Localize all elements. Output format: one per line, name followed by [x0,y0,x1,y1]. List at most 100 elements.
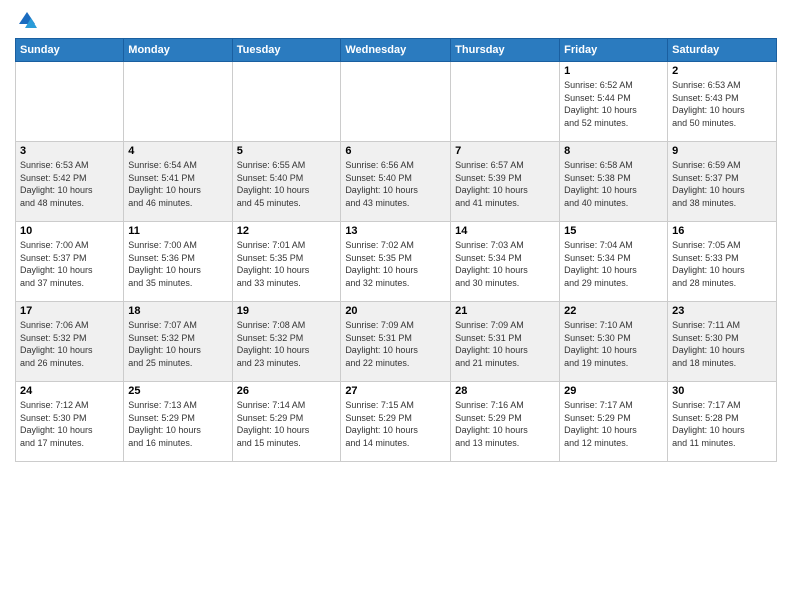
calendar-cell: 6 Sunrise: 6:56 AM Sunset: 5:40 PM Daylig… [341,142,451,222]
day-number: 30 [672,385,772,397]
day-number: 18 [128,305,227,317]
calendar-cell [232,62,341,142]
day-info: Sunrise: 7:15 AM Sunset: 5:29 PM Dayligh… [345,399,446,449]
day-info: Sunrise: 7:11 AM Sunset: 5:30 PM Dayligh… [672,319,772,369]
day-number: 11 [128,225,227,237]
day-info: Sunrise: 6:52 AM Sunset: 5:44 PM Dayligh… [564,79,663,129]
calendar-cell: 2Sunrise: 6:53 AM Sunset: 5:43 PM Daylig… [668,62,777,142]
day-number: 17 [20,305,119,317]
calendar-cell: 9 Sunrise: 6:59 AM Sunset: 5:37 PM Daylig… [668,142,777,222]
calendar-week-row: 17 Sunrise: 7:06 AM Sunset: 5:32 PM Dayli… [16,302,777,382]
day-info: Sunrise: 6:53 AM Sunset: 5:43 PM Dayligh… [672,79,772,129]
day-number: 22 [564,305,663,317]
calendar-cell: 3 Sunrise: 6:53 AM Sunset: 5:42 PM Daylig… [16,142,124,222]
calendar-week-row: 24Sunrise: 7:12 AM Sunset: 5:30 PM Dayli… [16,382,777,462]
day-info: Sunrise: 7:17 AM Sunset: 5:29 PM Dayligh… [564,399,663,449]
calendar-cell: 21 Sunrise: 7:09 AM Sunset: 5:31 PM Dayli… [451,302,560,382]
day-info: Sunrise: 6:54 AM Sunset: 5:41 PM Dayligh… [128,159,227,209]
day-info: Sunrise: 7:07 AM Sunset: 5:32 PM Dayligh… [128,319,227,369]
calendar-cell: 10Sunrise: 7:00 AM Sunset: 5:37 PM Dayli… [16,222,124,302]
calendar-cell: 27 Sunrise: 7:15 AM Sunset: 5:29 PM Dayli… [341,382,451,462]
day-header-thursday: Thursday [451,39,560,62]
day-number: 26 [237,385,337,397]
day-number: 23 [672,305,772,317]
day-number: 29 [564,385,663,397]
day-info: Sunrise: 6:55 AM Sunset: 5:40 PM Dayligh… [237,159,337,209]
day-info: Sunrise: 7:14 AM Sunset: 5:29 PM Dayligh… [237,399,337,449]
day-number: 6 [345,145,446,157]
day-info: Sunrise: 7:04 AM Sunset: 5:34 PM Dayligh… [564,239,663,289]
calendar-header-row: SundayMondayTuesdayWednesdayThursdayFrid… [16,39,777,62]
day-info: Sunrise: 7:02 AM Sunset: 5:35 PM Dayligh… [345,239,446,289]
calendar-cell: 25 Sunrise: 7:13 AM Sunset: 5:29 PM Dayli… [124,382,232,462]
calendar-cell [16,62,124,142]
day-info: Sunrise: 7:05 AM Sunset: 5:33 PM Dayligh… [672,239,772,289]
calendar-cell: 18 Sunrise: 7:07 AM Sunset: 5:32 PM Dayli… [124,302,232,382]
day-info: Sunrise: 6:57 AM Sunset: 5:39 PM Dayligh… [455,159,555,209]
day-number: 20 [345,305,446,317]
day-number: 25 [128,385,227,397]
day-info: Sunrise: 7:13 AM Sunset: 5:29 PM Dayligh… [128,399,227,449]
day-header-tuesday: Tuesday [232,39,341,62]
page-header [15,10,777,30]
day-number: 13 [345,225,446,237]
calendar-cell: 1 Sunrise: 6:52 AM Sunset: 5:44 PM Daylig… [560,62,668,142]
day-info: Sunrise: 7:08 AM Sunset: 5:32 PM Dayligh… [237,319,337,369]
calendar-cell: 26 Sunrise: 7:14 AM Sunset: 5:29 PM Dayli… [232,382,341,462]
day-number: 21 [455,305,555,317]
day-info: Sunrise: 7:06 AM Sunset: 5:32 PM Dayligh… [20,319,119,369]
calendar-cell: 15 Sunrise: 7:04 AM Sunset: 5:34 PM Dayli… [560,222,668,302]
logo-icon [17,10,37,30]
calendar-cell: 22 Sunrise: 7:10 AM Sunset: 5:30 PM Dayli… [560,302,668,382]
day-number: 16 [672,225,772,237]
day-info: Sunrise: 7:00 AM Sunset: 5:36 PM Dayligh… [128,239,227,289]
calendar-cell: 12 Sunrise: 7:01 AM Sunset: 5:35 PM Dayli… [232,222,341,302]
day-info: Sunrise: 7:12 AM Sunset: 5:30 PM Dayligh… [20,399,119,449]
calendar-cell: 20 Sunrise: 7:09 AM Sunset: 5:31 PM Dayli… [341,302,451,382]
calendar-cell: 28Sunrise: 7:16 AM Sunset: 5:29 PM Dayli… [451,382,560,462]
day-number: 15 [564,225,663,237]
calendar-cell: 19 Sunrise: 7:08 AM Sunset: 5:32 PM Dayli… [232,302,341,382]
day-number: 27 [345,385,446,397]
calendar-cell: 4 Sunrise: 6:54 AM Sunset: 5:41 PM Daylig… [124,142,232,222]
day-number: 1 [564,65,663,77]
day-header-wednesday: Wednesday [341,39,451,62]
calendar-cell: 23 Sunrise: 7:11 AM Sunset: 5:30 PM Dayli… [668,302,777,382]
day-info: Sunrise: 6:53 AM Sunset: 5:42 PM Dayligh… [20,159,119,209]
calendar-cell: 13 Sunrise: 7:02 AM Sunset: 5:35 PM Dayli… [341,222,451,302]
day-info: Sunrise: 7:01 AM Sunset: 5:35 PM Dayligh… [237,239,337,289]
calendar-cell: 14Sunrise: 7:03 AM Sunset: 5:34 PM Dayli… [451,222,560,302]
calendar-week-row: 10Sunrise: 7:00 AM Sunset: 5:37 PM Dayli… [16,222,777,302]
day-info: Sunrise: 6:56 AM Sunset: 5:40 PM Dayligh… [345,159,446,209]
day-info: Sunrise: 6:58 AM Sunset: 5:38 PM Dayligh… [564,159,663,209]
day-number: 4 [128,145,227,157]
day-header-saturday: Saturday [668,39,777,62]
calendar-table: SundayMondayTuesdayWednesdayThursdayFrid… [15,38,777,462]
day-number: 3 [20,145,119,157]
day-number: 12 [237,225,337,237]
day-number: 28 [455,385,555,397]
day-info: Sunrise: 7:10 AM Sunset: 5:30 PM Dayligh… [564,319,663,369]
page-container: SundayMondayTuesdayWednesdayThursdayFrid… [0,0,792,472]
day-info: Sunrise: 7:00 AM Sunset: 5:37 PM Dayligh… [20,239,119,289]
day-info: Sunrise: 7:09 AM Sunset: 5:31 PM Dayligh… [455,319,555,369]
day-info: Sunrise: 7:03 AM Sunset: 5:34 PM Dayligh… [455,239,555,289]
calendar-cell: 5 Sunrise: 6:55 AM Sunset: 5:40 PM Daylig… [232,142,341,222]
day-header-friday: Friday [560,39,668,62]
day-number: 9 [672,145,772,157]
day-header-monday: Monday [124,39,232,62]
day-number: 19 [237,305,337,317]
calendar-cell: 8 Sunrise: 6:58 AM Sunset: 5:38 PM Daylig… [560,142,668,222]
calendar-cell: 17 Sunrise: 7:06 AM Sunset: 5:32 PM Dayli… [16,302,124,382]
day-info: Sunrise: 6:59 AM Sunset: 5:37 PM Dayligh… [672,159,772,209]
calendar-cell [341,62,451,142]
day-number: 7 [455,145,555,157]
calendar-cell: 24Sunrise: 7:12 AM Sunset: 5:30 PM Dayli… [16,382,124,462]
calendar-cell: 29 Sunrise: 7:17 AM Sunset: 5:29 PM Dayli… [560,382,668,462]
day-number: 5 [237,145,337,157]
calendar-cell: 16 Sunrise: 7:05 AM Sunset: 5:33 PM Dayli… [668,222,777,302]
calendar-cell: 7 Sunrise: 6:57 AM Sunset: 5:39 PM Daylig… [451,142,560,222]
calendar-cell [451,62,560,142]
day-number: 8 [564,145,663,157]
day-info: Sunrise: 7:09 AM Sunset: 5:31 PM Dayligh… [345,319,446,369]
